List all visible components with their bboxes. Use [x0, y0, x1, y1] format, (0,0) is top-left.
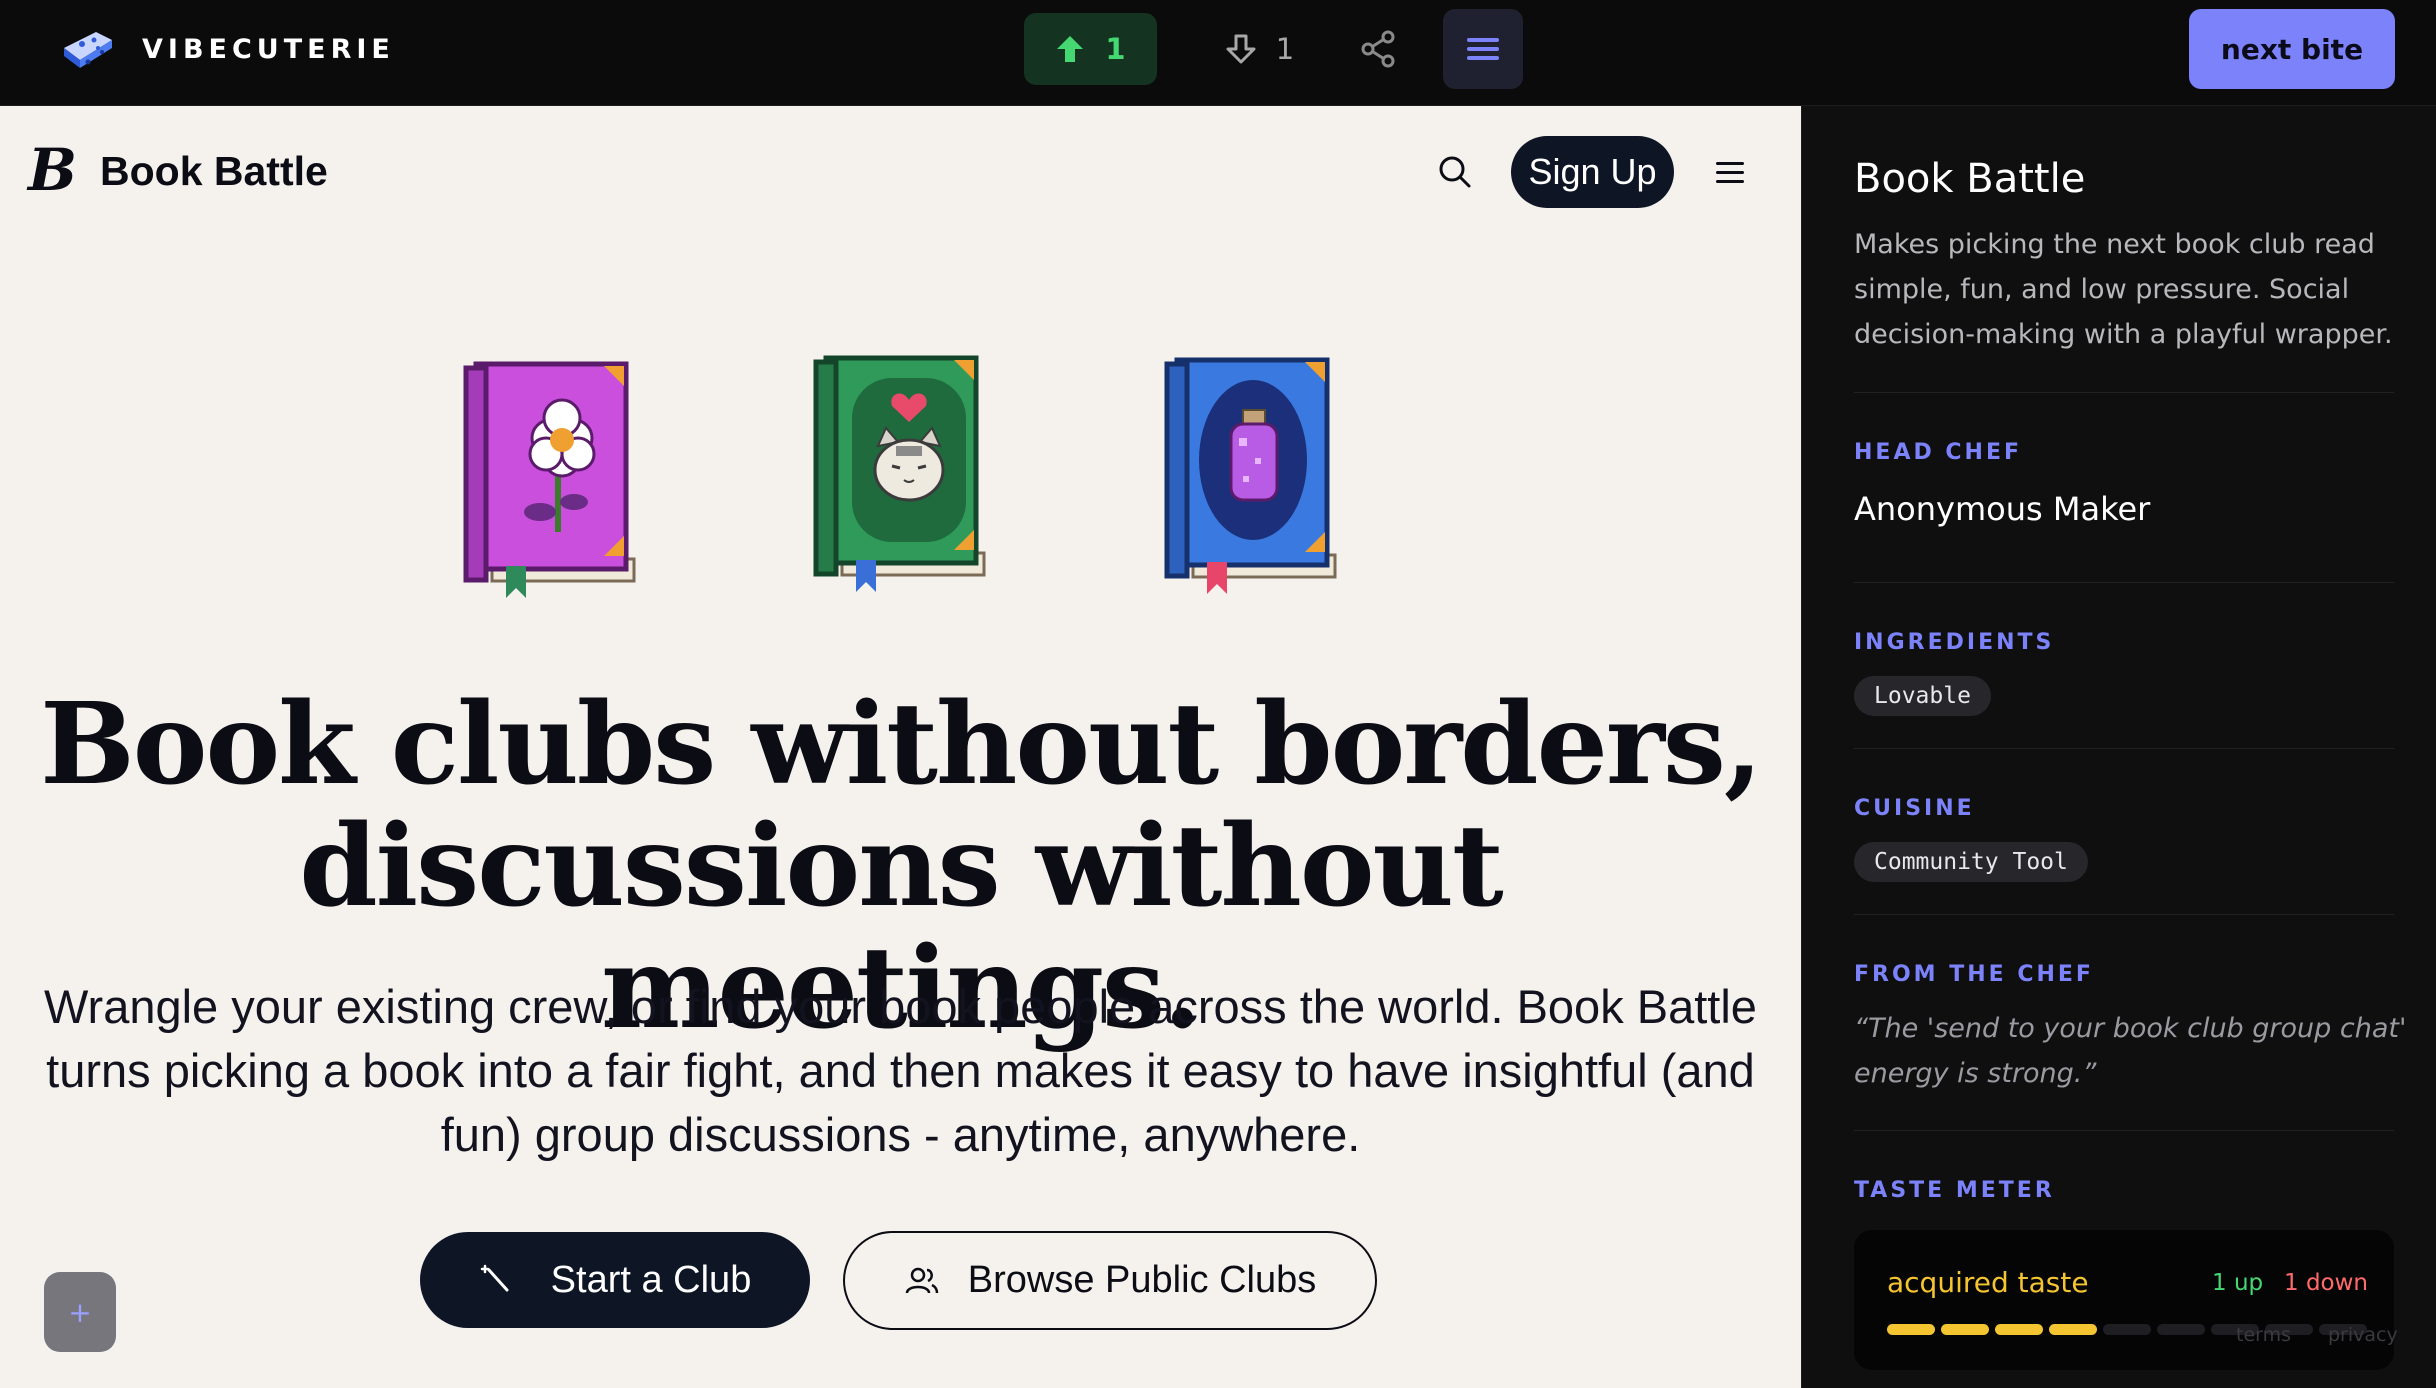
menu-icon [1467, 38, 1499, 60]
users-icon [905, 1267, 938, 1293]
taste-down-count: 1 down [2284, 1270, 2369, 1296]
hero-title-line-1: Book clubs without borders, [40, 679, 1763, 810]
brand[interactable]: VIBECUTERIE [58, 26, 395, 72]
floating-add-button[interactable]: + [44, 1272, 116, 1352]
potion-book-illustration [1164, 357, 1337, 594]
site-nav: B Book Battle Sign Up [0, 106, 1801, 236]
divider [1854, 1130, 2394, 1131]
from-chef-label: FROM THE CHEF [1854, 962, 2094, 987]
panel-title: Book Battle [1854, 156, 2086, 202]
share-icon [1361, 30, 1395, 68]
site-name[interactable]: Book Battle [100, 146, 328, 196]
divider [1854, 748, 2394, 749]
privacy-link[interactable]: privacy [2328, 1324, 2398, 1346]
site-logo-letter: B [28, 136, 78, 204]
taste-bars [1887, 1324, 2367, 1335]
wand-icon [480, 1264, 509, 1292]
cat-book-illustration [813, 355, 986, 592]
signup-button[interactable]: Sign Up [1511, 136, 1674, 208]
taste-segment [2049, 1324, 2097, 1335]
upvote-button[interactable]: 1 [1024, 13, 1157, 85]
arrow-up-icon [1057, 36, 1084, 62]
ingredient-chip: Lovable [1854, 676, 1991, 716]
taste-segment [1887, 1324, 1935, 1335]
taste-meter: acquired taste 1 up 1 down [1854, 1230, 2394, 1370]
menu-button[interactable] [1443, 9, 1523, 89]
head-chef-name: Anonymous Maker [1854, 490, 2151, 528]
divider [1854, 392, 2394, 393]
search-icon[interactable] [1435, 152, 1475, 192]
cuisine-label: CUISINE [1854, 796, 1975, 821]
next-bite-button[interactable]: next bite [2189, 9, 2395, 89]
taste-segment [1995, 1324, 2043, 1335]
divider [1854, 914, 2394, 915]
site-preview: B Book Battle Sign Up Book clubs without… [0, 106, 1801, 1388]
top-bar: VIBECUTERIE 1 1 next bite [0, 0, 2436, 106]
start-club-button[interactable]: Start a Club [420, 1232, 810, 1328]
taste-segment [1941, 1324, 1989, 1335]
details-panel: Book Battle Makes picking the next book … [1801, 106, 2436, 1388]
browse-clubs-label: Browse Public Clubs [967, 1259, 1317, 1301]
brand-name: VIBECUTERIE [142, 33, 395, 65]
flower-book-illustration [463, 361, 636, 598]
cheese-icon [64, 32, 112, 68]
site-logo[interactable]: B [28, 138, 84, 202]
taste-meter-label: TASTE METER [1854, 1178, 2055, 1203]
ingredients-label: INGREDIENTS [1854, 630, 2055, 655]
arrow-down-icon [1226, 34, 1256, 64]
taste-up-count: 1 up [2212, 1270, 2264, 1296]
start-club-label: Start a Club [550, 1258, 752, 1301]
plus-icon: + [68, 1295, 92, 1329]
chef-quote: “The 'send to your book club group chat'… [1854, 1013, 2407, 1089]
panel-description: Makes picking the next book club read si… [1854, 229, 2393, 350]
cuisine-chip: Community Tool [1854, 842, 2088, 882]
taste-segment [2157, 1324, 2205, 1335]
upvote-count: 1 [1105, 32, 1126, 66]
browse-clubs-button[interactable]: Browse Public Clubs [843, 1231, 1377, 1330]
head-chef-label: HEAD CHEF [1854, 440, 2023, 465]
hamburger-icon[interactable] [1712, 154, 1748, 190]
taste-word: acquired taste [1887, 1266, 2089, 1299]
terms-link[interactable]: terms [2236, 1324, 2291, 1346]
share-button[interactable] [1350, 13, 1406, 85]
taste-segment [2103, 1324, 2151, 1335]
divider [1854, 582, 2394, 583]
hero-subtitle: Wrangle your existing crew, or find your… [44, 980, 1757, 1161]
downvote-count: 1 [1275, 32, 1295, 66]
downvote-button[interactable]: 1 [1210, 13, 1310, 85]
